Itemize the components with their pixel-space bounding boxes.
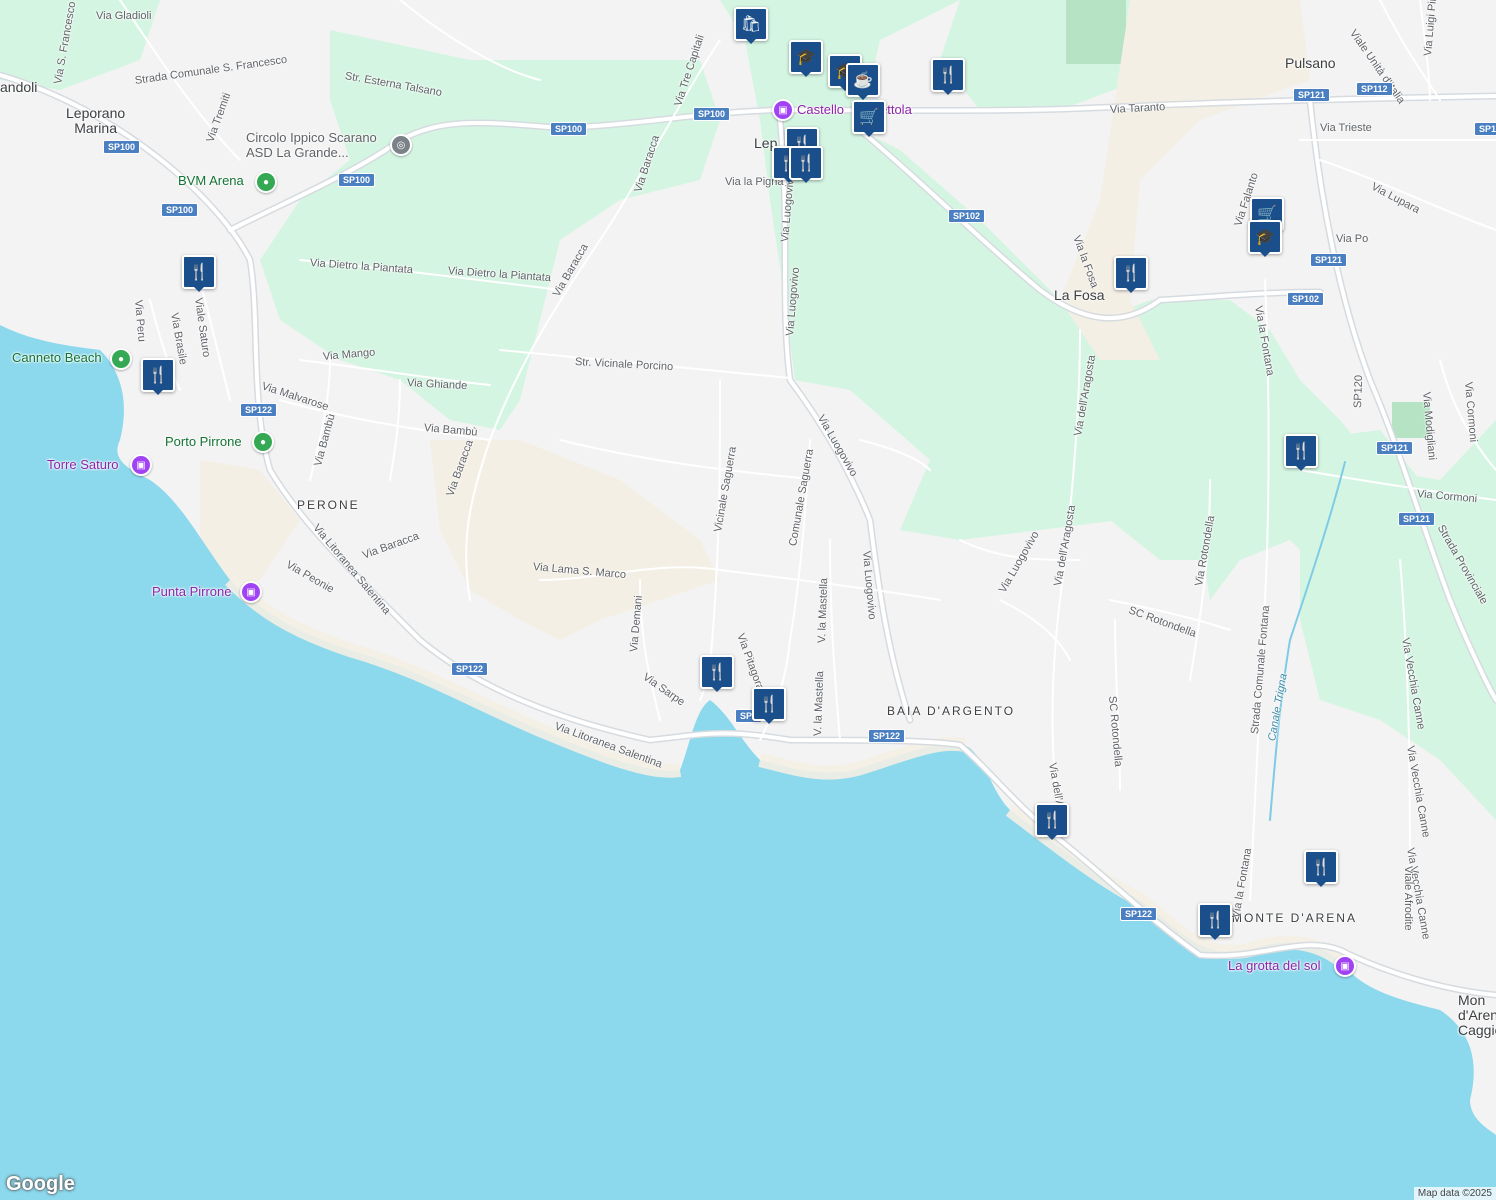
restaurant-icon[interactable]: 🍴 [1284, 434, 1318, 468]
pin-rest-7[interactable]: 🍴 [1114, 256, 1148, 293]
road-label[interactable]: V. la Mastella [816, 578, 830, 643]
route-shield: SP100 [103, 140, 141, 154]
road-label[interactable]: Via Po [1336, 233, 1368, 245]
pin-rest-5[interactable]: 🍴 [182, 255, 216, 292]
pin-rest-9[interactable]: 🍴 [700, 655, 734, 692]
pin-school-3[interactable]: 🎓 [1248, 220, 1282, 257]
route-shield: SP121 [1376, 441, 1414, 455]
poi-label-circolo[interactable]: Circolo Ippico Scarano ASD La Grande... [246, 130, 377, 160]
pin-rest-11[interactable]: 🍴 [1035, 803, 1069, 840]
road-label[interactable]: Via Gladioli [96, 10, 151, 22]
pin-cart-1[interactable]: 🛒 [852, 100, 886, 137]
graduation-cap-icon[interactable]: 🎓 [1248, 220, 1282, 254]
route-shield: SP122 [240, 403, 278, 417]
pin-pointer [763, 718, 775, 724]
pin-pointer [800, 71, 812, 77]
poi-castello-icon[interactable]: ▣ [772, 99, 794, 121]
route-shield: SP122 [451, 662, 489, 676]
route-shield: SP11 [1474, 122, 1496, 136]
pin-rest-3[interactable]: 🍴 [789, 146, 823, 183]
place-label-pulsano[interactable]: Pulsano [1285, 56, 1336, 71]
route-shield: SP100 [161, 203, 199, 217]
poi-circolo-icon[interactable]: ◎ [390, 134, 412, 156]
map-attribution[interactable]: Map data ©2025 [1413, 1187, 1496, 1200]
route-shield: SP112 [1356, 82, 1393, 96]
poi-label-bvm-arena[interactable]: BVM Arena [178, 173, 244, 188]
restaurant-icon[interactable]: 🍴 [700, 655, 734, 689]
poi-label-la-grotta[interactable]: La grotta del sol [1228, 958, 1321, 973]
pin-rest-4[interactable]: 🍴 [931, 58, 965, 95]
restaurant-icon[interactable]: 🍴 [752, 687, 786, 721]
pin-shop[interactable]: 🛍 [734, 7, 768, 44]
pin-pointer [1209, 934, 1221, 940]
poi-label-punta-pirrone[interactable]: Punta Pirrone [152, 584, 232, 599]
restaurant-icon[interactable]: 🍴 [141, 358, 175, 392]
route-shield: SP100 [550, 122, 588, 136]
pin-pointer [863, 131, 875, 137]
pin-pointer [800, 177, 812, 183]
road-label[interactable]: Via Trieste [1320, 122, 1372, 134]
route-shield: SP100 [338, 173, 376, 187]
pin-pointer [1125, 287, 1137, 293]
pin-pointer [1046, 834, 1058, 840]
restaurant-icon[interactable]: 🍴 [1035, 803, 1069, 837]
graduation-cap-icon[interactable]: 🎓 [789, 40, 823, 74]
place-label-la-fosa[interactable]: La Fosa [1054, 288, 1105, 303]
pin-pointer [1295, 465, 1307, 471]
poi-label-castello[interactable]: Castello [797, 102, 844, 117]
place-label-perone[interactable]: PERONE [297, 498, 360, 513]
poi-torre-saturo-icon[interactable]: ▣ [130, 454, 152, 476]
pin-pointer [1259, 251, 1271, 257]
route-shield: SP102 [1287, 292, 1325, 306]
restaurant-icon[interactable]: 🍴 [789, 146, 823, 180]
poi-canneto-beach-icon[interactable]: ● [110, 348, 132, 370]
pin-cafe[interactable]: ☕ [846, 63, 880, 100]
park-area [1066, 0, 1126, 64]
road-label[interactable]: Viale Afrodite [1402, 866, 1414, 931]
poi-la-grotta-icon[interactable]: ▣ [1334, 955, 1356, 977]
google-logo[interactable]: Google [6, 1173, 75, 1196]
road-label[interactable]: SP120 [1352, 375, 1365, 408]
route-shield: SP100 [693, 107, 731, 121]
pin-pointer [152, 389, 164, 395]
pin-pointer [1315, 881, 1327, 887]
pin-pointer [193, 286, 205, 292]
restaurant-icon[interactable]: 🍴 [182, 255, 216, 289]
route-shield: SP122 [868, 729, 906, 743]
place-label-andoli[interactable]: andoli [0, 80, 37, 95]
poi-label-porto-pirrone[interactable]: Porto Pirrone [165, 434, 242, 449]
shopping-cart-icon[interactable]: 🛒 [852, 100, 886, 134]
route-shield: SP121 [1293, 88, 1331, 102]
poi-punta-pirrone-icon[interactable]: ▣ [240, 581, 262, 603]
place-label-monte-arena[interactable]: MONTE D'ARENA [1232, 911, 1357, 926]
place-label-mon-arena[interactable]: Mon d'Arena-I Caggio [1458, 993, 1496, 1038]
place-label-baia-argento[interactable]: BAIA D'ARGENTO [887, 704, 1015, 719]
pin-rest-12[interactable]: 🍴 [1304, 850, 1338, 887]
shopping-bag-icon[interactable]: 🛍 [734, 7, 768, 41]
pin-rest-10[interactable]: 🍴 [752, 687, 786, 724]
poi-label-canneto-beach[interactable]: Canneto Beach [12, 350, 102, 365]
restaurant-icon[interactable]: 🍴 [1198, 903, 1232, 937]
pin-pointer [745, 38, 757, 44]
pin-pointer [711, 686, 723, 692]
pin-rest-8[interactable]: 🍴 [1284, 434, 1318, 471]
poi-porto-pirrone-icon[interactable]: ● [252, 431, 274, 453]
pin-school-1[interactable]: 🎓 [789, 40, 823, 77]
route-shield: SP121 [1398, 512, 1436, 526]
route-shield: SP102 [948, 209, 986, 223]
route-shield: SP122 [1120, 907, 1158, 921]
pin-rest-6[interactable]: 🍴 [141, 358, 175, 395]
restaurant-icon[interactable]: 🍴 [1114, 256, 1148, 290]
place-label-leporano-marina[interactable]: Leporano Marina [66, 106, 125, 136]
road-label[interactable]: V. la Mastella [812, 671, 826, 736]
pin-pointer [942, 89, 954, 95]
route-shield: SP121 [1310, 253, 1348, 267]
coffee-cup-icon[interactable]: ☕ [846, 63, 880, 97]
poi-label-torre-saturo[interactable]: Torre Saturo [47, 457, 119, 472]
poi-bvm-arena-icon[interactable]: ● [255, 171, 277, 193]
restaurant-icon[interactable]: 🍴 [931, 58, 965, 92]
restaurant-icon[interactable]: 🍴 [1304, 850, 1338, 884]
pin-rest-13[interactable]: 🍴 [1198, 903, 1232, 940]
